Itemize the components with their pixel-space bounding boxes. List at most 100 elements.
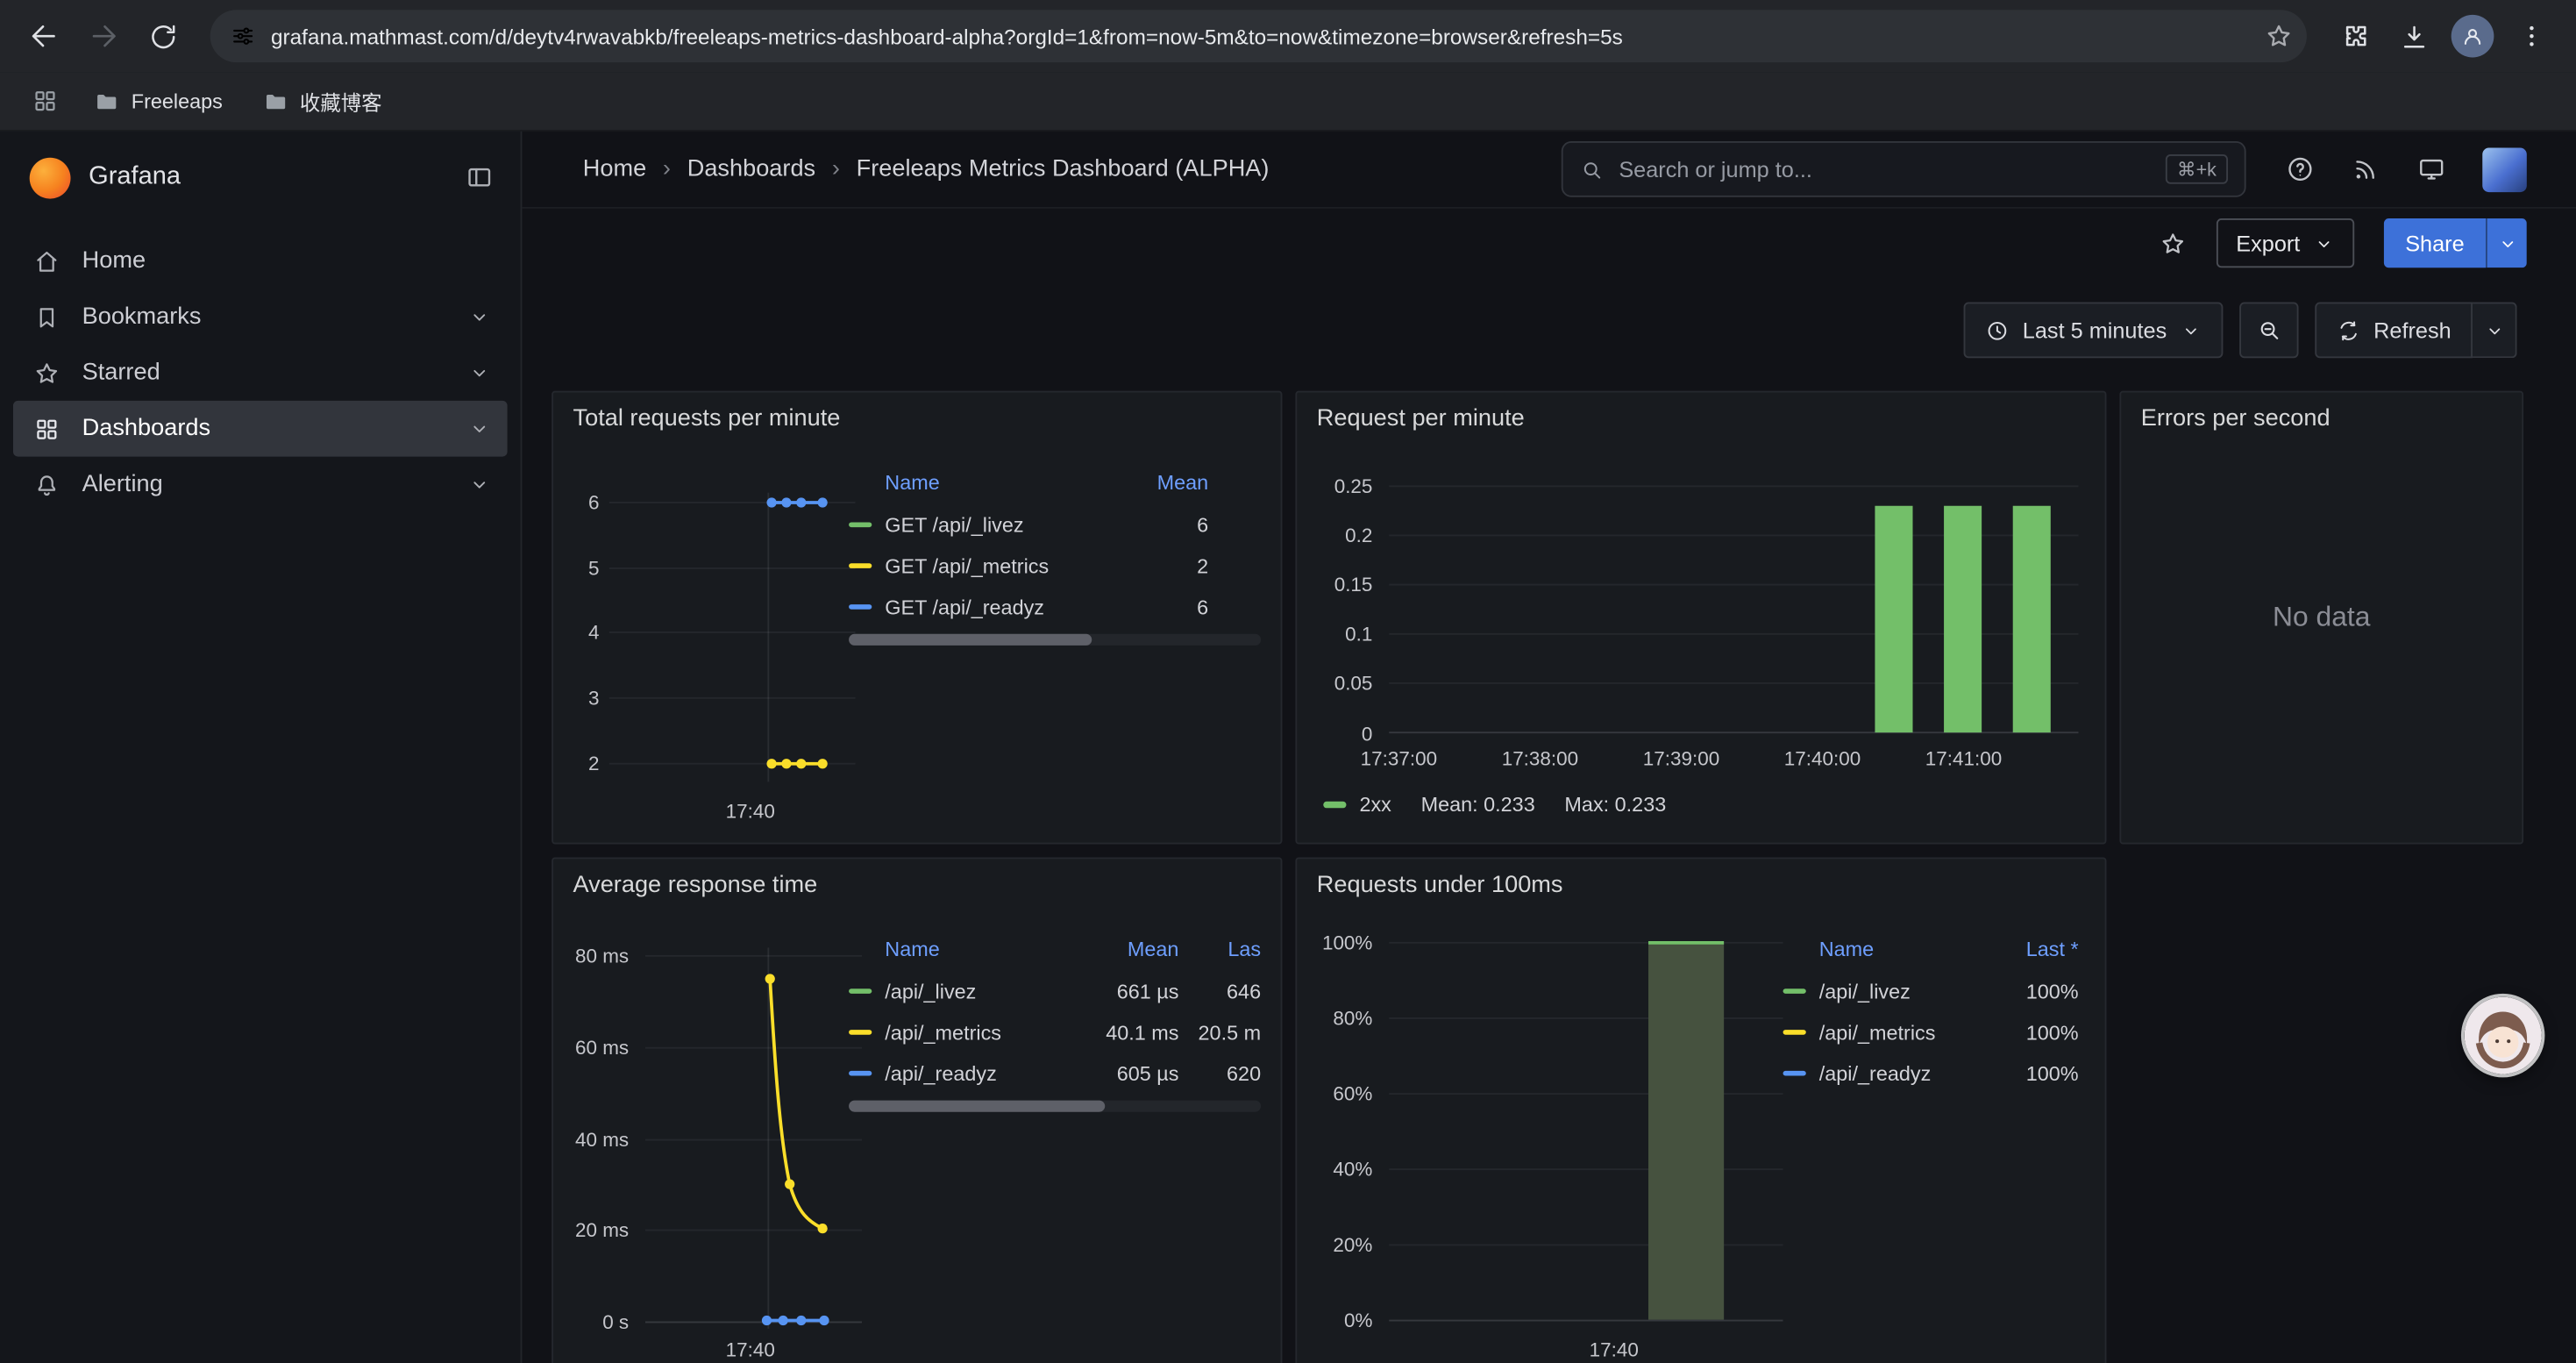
y-tick: 20 ms — [557, 1218, 629, 1241]
panel-requests-under-100ms: Requests under 100ms 100% 80% 60% 40% 20… — [1295, 857, 2106, 1363]
y-tick: 20% — [1300, 1233, 1372, 1256]
sidebar-item-label: Dashboards — [82, 416, 210, 442]
legend-row[interactable]: /api/_readyz 100% — [1783, 1053, 2079, 1094]
bookmark-label: Freeleaps — [132, 89, 223, 112]
apps-grid-icon — [31, 87, 59, 115]
search-placeholder: Search or jump to... — [1619, 157, 2151, 182]
series-swatch — [849, 1030, 872, 1036]
legend-row[interactable]: /api/_readyz 605 µs 620 — [849, 1053, 1261, 1094]
series-mean: 2 — [1093, 554, 1208, 577]
series-name[interactable]: 2xx — [1359, 793, 1391, 816]
scrollbar-thumb[interactable] — [849, 634, 1092, 646]
refresh-icon — [2336, 318, 2360, 342]
forward-button[interactable] — [75, 8, 132, 64]
legend-scrollbar[interactable] — [849, 634, 1261, 646]
legend-col-name[interactable]: Name — [1819, 938, 1974, 960]
bookmark-item[interactable]: 收藏博客 — [247, 79, 396, 124]
legend-row[interactable]: /api/_livez 661 µs 646 — [849, 971, 1261, 1012]
sidebar-nav: Home Bookmarks Starred Dashboards — [0, 213, 521, 532]
help-icon[interactable] — [2286, 154, 2316, 184]
panel-total-requests: Total requests per minute 6 5 4 3 2 17:4… — [551, 391, 1282, 845]
browser-menu-button[interactable] — [2504, 8, 2560, 64]
series-name[interactable]: /api/_livez — [885, 980, 1077, 1003]
user-avatar[interactable] — [2482, 147, 2527, 192]
collapse-sidebar-button[interactable] — [465, 162, 495, 192]
legend-row[interactable]: /api/_metrics 40.1 ms 20.5 m — [849, 1011, 1261, 1053]
search-input[interactable]: Search or jump to... ⌘+k — [1562, 141, 2246, 197]
legend-header: Name Last * — [1783, 928, 2079, 971]
series-swatch — [849, 988, 872, 995]
series-name[interactable]: GET /api/_metrics — [885, 554, 1093, 577]
reload-button[interactable] — [135, 8, 191, 64]
legend-row[interactable]: GET /api/_metrics 2 — [849, 546, 1261, 587]
series-name[interactable]: GET /api/_readyz — [885, 596, 1093, 618]
zoom-out-button[interactable] — [2239, 303, 2298, 359]
sidebar-item-bookmarks[interactable]: Bookmarks — [13, 289, 508, 346]
scrollbar-thumb[interactable] — [849, 1101, 1104, 1112]
back-button[interactable] — [17, 8, 73, 64]
share-button[interactable]: Share — [2384, 218, 2486, 268]
monitor-icon[interactable] — [2416, 154, 2446, 184]
extensions-icon[interactable] — [2326, 8, 2382, 64]
legend[interactable]: 2xx Mean: 0.233 Max: 0.233 — [1323, 793, 1666, 816]
series-name[interactable]: /api/_readyz — [1819, 1062, 1974, 1085]
puzzle-icon — [2338, 20, 2370, 52]
series-name[interactable]: GET /api/_livez — [885, 513, 1093, 536]
legend-col-name[interactable]: Name — [885, 938, 1077, 960]
series-name[interactable]: /api/_livez — [1819, 980, 1974, 1003]
legend-row[interactable]: GET /api/_readyz 6 — [849, 586, 1261, 627]
y-tick: 80% — [1300, 1007, 1372, 1030]
bookmark-item[interactable]: Freeleaps — [79, 82, 238, 121]
series-name[interactable]: /api/_readyz — [885, 1062, 1077, 1085]
y-tick: 0.1 — [1300, 623, 1372, 646]
y-tick: 0.15 — [1300, 574, 1372, 596]
refresh-button[interactable]: Refresh — [2315, 303, 2473, 359]
share-label: Share — [2405, 231, 2464, 255]
rss-icon[interactable] — [2351, 154, 2380, 184]
bookmarks-bar: Freeleaps 收藏博客 — [0, 72, 2576, 131]
assistant-avatar[interactable] — [2465, 997, 2542, 1074]
downloads-button[interactable] — [2386, 8, 2442, 64]
sidebar-item-alerting[interactable]: Alerting — [13, 457, 508, 513]
breadcrumb-home[interactable]: Home — [583, 156, 646, 182]
sidebar-item-starred[interactable]: Starred — [13, 345, 508, 401]
bookmark-star-icon[interactable] — [2264, 21, 2294, 51]
chevron-down-icon — [2483, 319, 2504, 340]
apps-grid-button[interactable] — [19, 76, 68, 125]
favorite-star-icon[interactable] — [2159, 229, 2187, 257]
sidebar-item-dashboards[interactable]: Dashboards — [13, 401, 508, 457]
sidebar-item-home[interactable]: Home — [13, 233, 508, 289]
y-tick: 0.2 — [1300, 524, 1372, 546]
grafana-logo[interactable] — [30, 157, 71, 198]
series-name[interactable]: /api/_metrics — [1819, 1021, 1974, 1044]
legend-row[interactable]: /api/_metrics 100% — [1783, 1011, 2079, 1053]
series-swatch — [849, 604, 872, 610]
legend-col-mean[interactable]: Mean — [1093, 471, 1208, 494]
legend-scrollbar[interactable] — [849, 1101, 1261, 1112]
legend-row[interactable]: /api/_livez 100% — [1783, 971, 2079, 1012]
refresh-interval-caret[interactable] — [2473, 303, 2517, 359]
url-bar[interactable]: grafana.mathmast.com/d/deytv4rwavabkb/fr… — [210, 10, 2307, 62]
legend-col-mean[interactable]: Mean — [1077, 938, 1178, 960]
legend-table: Name Mean GET /api/_livez 6 GET /api/_me… — [849, 461, 1261, 627]
no-data-message: No data — [2121, 393, 2522, 843]
profile-avatar[interactable] — [2444, 8, 2501, 64]
share-caret-button[interactable] — [2486, 218, 2527, 268]
series-mean: 661 µs — [1077, 980, 1178, 1003]
legend-row[interactable]: GET /api/_livez 6 — [849, 504, 1261, 546]
y-tick: 40 ms — [557, 1128, 629, 1151]
panel-average-response-time: Average response time 80 ms 60 ms 40 ms … — [551, 857, 1282, 1363]
x-tick: 17:39:00 — [1629, 747, 1734, 770]
kebab-menu-icon — [2517, 21, 2547, 51]
search-shortcut: ⌘+k — [2166, 154, 2228, 184]
legend-col-last[interactable]: Las — [1178, 938, 1261, 960]
series-last: 100% — [1974, 980, 2079, 1003]
export-button[interactable]: Export — [2217, 218, 2354, 268]
site-info-icon[interactable] — [230, 23, 256, 49]
legend-col-name[interactable]: Name — [885, 471, 1093, 494]
legend-col-last[interactable]: Last * — [1974, 938, 2079, 960]
time-range-picker[interactable]: Last 5 minutes — [1963, 303, 2222, 359]
breadcrumb-dashboards[interactable]: Dashboards — [687, 156, 815, 182]
series-name[interactable]: /api/_metrics — [885, 1021, 1077, 1044]
panel-toggle-icon — [465, 162, 495, 192]
